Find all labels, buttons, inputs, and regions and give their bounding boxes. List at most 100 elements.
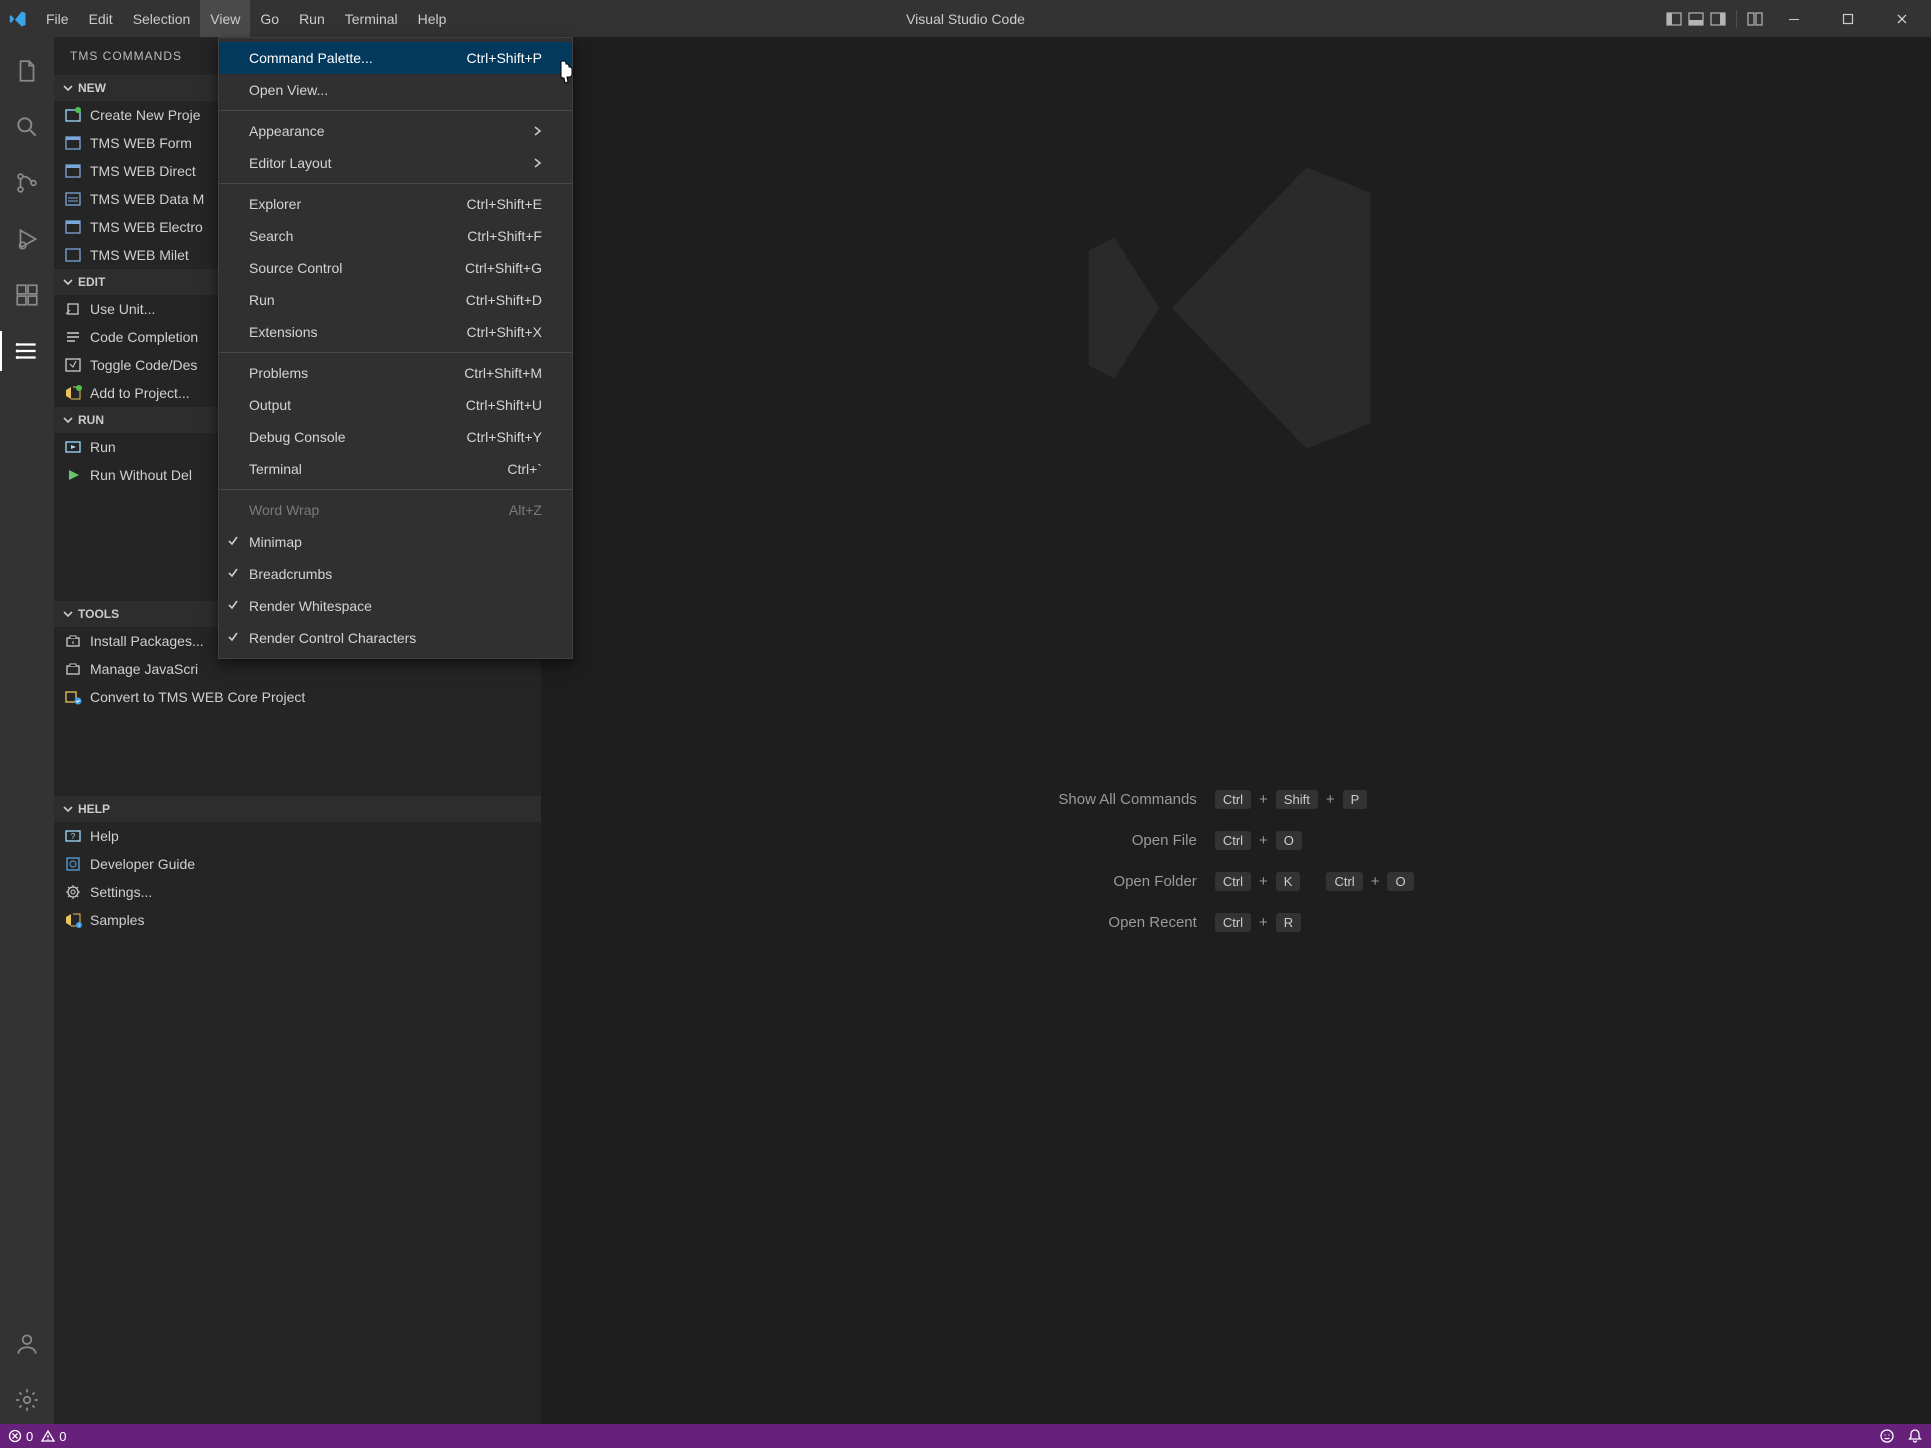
svg-text:?: ? (71, 832, 76, 841)
item-icon (64, 883, 82, 901)
tree-item-label: Samples (90, 912, 144, 928)
tms-commands-icon[interactable] (0, 327, 54, 375)
tree-item-label: TMS WEB Data M (90, 191, 204, 207)
menu-selection[interactable]: Selection (123, 0, 201, 37)
item-icon (64, 246, 82, 264)
search-icon[interactable] (0, 103, 54, 151)
menu-item-word-wrap: Word WrapAlt+Z (219, 494, 572, 526)
status-errors[interactable]: 0 (8, 1429, 33, 1444)
menu-item-minimap[interactable]: Minimap (219, 526, 572, 558)
menu-item-editor-layout[interactable]: Editor Layout (219, 147, 572, 179)
maximize-button[interactable] (1825, 0, 1871, 37)
item-icon (64, 438, 82, 456)
shortcut-keys: Ctrl+R (1215, 913, 1414, 932)
source-control-icon[interactable] (0, 159, 54, 207)
close-button[interactable] (1879, 0, 1925, 37)
vscode-logo-icon (0, 10, 36, 28)
tree-item-label: Use Unit... (90, 301, 155, 317)
tree-item-label: TMS WEB Direct (90, 163, 196, 179)
status-warnings[interactable]: 0 (41, 1429, 66, 1444)
view-menu-dropdown: Command Palette...Ctrl+Shift+POpen View.… (218, 37, 573, 659)
tree-item-label: Create New Proje (90, 107, 201, 123)
tree-item-label: TMS WEB Milet (90, 247, 189, 263)
tree-item-label: Install Packages... (90, 633, 204, 649)
tree-item-label: Run Without Del (90, 467, 192, 483)
menu-file[interactable]: File (36, 0, 79, 37)
shortcut-label: Show All Commands (1058, 791, 1196, 808)
menu-run[interactable]: Run (289, 0, 335, 37)
item-icon (64, 356, 82, 374)
menu-edit[interactable]: Edit (79, 0, 123, 37)
menu-item-render-control-characters[interactable]: Render Control Characters (219, 622, 572, 654)
tree-item-label: Convert to TMS WEB Core Project (90, 689, 305, 705)
activity-bar (0, 37, 54, 1424)
status-feedback-icon[interactable] (1879, 1428, 1895, 1444)
item-icon (64, 688, 82, 706)
item-icon (64, 134, 82, 152)
menu-item-run[interactable]: RunCtrl+Shift+D (219, 284, 572, 316)
tree-item-label: Run (90, 439, 116, 455)
menu-item-open-view[interactable]: Open View... (219, 74, 572, 106)
shortcut-label: Open File (1058, 832, 1196, 849)
item-icon (64, 162, 82, 180)
menu-item-explorer[interactable]: ExplorerCtrl+Shift+E (219, 188, 572, 220)
item-icon (64, 855, 82, 873)
tree-item-label: Help (90, 828, 119, 844)
tree-item[interactable]: Manage JavaScri (54, 655, 541, 683)
menu-item-appearance[interactable]: Appearance (219, 115, 572, 147)
tree-item-label: Developer Guide (90, 856, 195, 872)
run-debug-icon[interactable] (0, 215, 54, 263)
menu-item-render-whitespace[interactable]: Render Whitespace (219, 590, 572, 622)
cursor-icon (555, 60, 577, 92)
item-icon (64, 218, 82, 236)
menu-terminal[interactable]: Terminal (335, 0, 408, 37)
status-bar: 0 0 (0, 1424, 1931, 1448)
shortcut-keys: Ctrl+KCtrl+O (1215, 872, 1414, 891)
menu-item-search[interactable]: SearchCtrl+Shift+F (219, 220, 572, 252)
section-header-help[interactable]: HELP (54, 796, 541, 822)
tree-item-label: Add to Project... (90, 385, 190, 401)
item-icon (64, 660, 82, 678)
accounts-icon[interactable] (0, 1320, 54, 1368)
tree-item-label: TMS WEB Form (90, 135, 192, 151)
menu-item-breadcrumbs[interactable]: Breadcrumbs (219, 558, 572, 590)
item-icon: ? (64, 827, 82, 845)
menubar: FileEditSelectionViewGoRunTerminalHelp (36, 0, 456, 37)
extensions-icon[interactable] (0, 271, 54, 319)
tree-item[interactable]: Settings... (54, 878, 541, 906)
item-icon (64, 190, 82, 208)
menu-item-extensions[interactable]: ExtensionsCtrl+Shift+X (219, 316, 572, 348)
vscode-watermark-icon (1076, 148, 1396, 471)
item-icon (64, 632, 82, 650)
item-icon (64, 384, 82, 402)
menu-view[interactable]: View (200, 0, 250, 37)
editor-layout-icons[interactable] (1666, 10, 1763, 28)
menu-item-problems[interactable]: ProblemsCtrl+Shift+M (219, 357, 572, 389)
tree-item-label: Toggle Code/Des (90, 357, 197, 373)
tree-item[interactable]: ? Help (54, 822, 541, 850)
item-icon: i (64, 911, 82, 929)
tree-item[interactable]: Convert to TMS WEB Core Project (54, 683, 541, 711)
shortcut-keys: Ctrl+Shift+P (1215, 790, 1414, 809)
menu-go[interactable]: Go (250, 0, 289, 37)
tree-item[interactable]: Developer Guide (54, 850, 541, 878)
window-title: Visual Studio Code (906, 11, 1025, 27)
item-icon (64, 300, 82, 318)
settings-gear-icon[interactable] (0, 1376, 54, 1424)
menu-item-source-control[interactable]: Source ControlCtrl+Shift+G (219, 252, 572, 284)
item-icon (64, 328, 82, 346)
menu-item-command-palette[interactable]: Command Palette...Ctrl+Shift+P (219, 42, 572, 74)
menu-help[interactable]: Help (408, 0, 457, 37)
menu-item-debug-console[interactable]: Debug ConsoleCtrl+Shift+Y (219, 421, 572, 453)
menu-item-terminal[interactable]: TerminalCtrl+` (219, 453, 572, 485)
minimize-button[interactable] (1771, 0, 1817, 37)
tree-item-label: Manage JavaScri (90, 661, 198, 677)
menu-item-output[interactable]: OutputCtrl+Shift+U (219, 389, 572, 421)
explorer-icon[interactable] (0, 47, 54, 95)
item-icon (64, 466, 82, 484)
tree-item-label: Code Completion (90, 329, 198, 345)
shortcut-keys: Ctrl+O (1215, 831, 1414, 850)
tree-item[interactable]: i Samples (54, 906, 541, 934)
welcome-shortcuts: Show All Commands Ctrl+Shift+P Open File Ct… (1058, 790, 1413, 932)
status-bell-icon[interactable] (1907, 1428, 1923, 1444)
